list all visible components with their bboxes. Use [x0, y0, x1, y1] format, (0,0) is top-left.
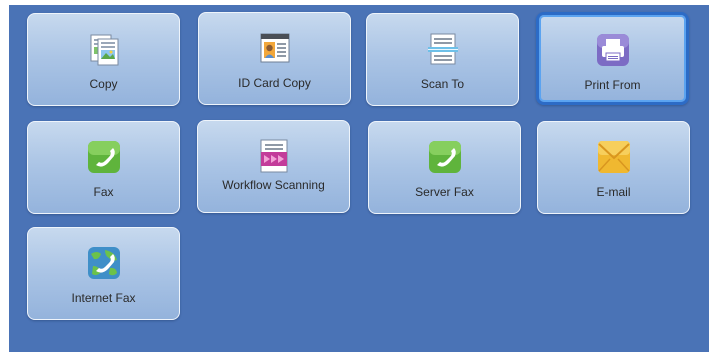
- email-label: E-mail: [596, 185, 631, 199]
- id-card-copy-label: ID Card Copy: [238, 76, 311, 90]
- fax-icon: [87, 141, 120, 173]
- email-tile[interactable]: E-mail: [537, 121, 690, 214]
- server-fax-label: Server Fax: [415, 185, 474, 199]
- workflow-scanning-label: Workflow Scanning: [222, 178, 325, 192]
- email-icon: [597, 141, 630, 173]
- internet-fax-tile[interactable]: Internet Fax: [27, 227, 180, 320]
- server-fax-tile[interactable]: Server Fax: [368, 121, 521, 214]
- scan-to-tile[interactable]: Scan To: [366, 13, 519, 106]
- copy-tile[interactable]: Copy: [27, 13, 180, 106]
- server-fax-icon: [428, 141, 461, 173]
- scan-to-label: Scan To: [420, 77, 465, 91]
- scan-icon: [427, 33, 458, 65]
- workflow-scanning-tile[interactable]: Workflow Scanning: [197, 120, 350, 213]
- fax-tile[interactable]: Fax: [27, 121, 180, 214]
- print-from-label: Print From: [584, 78, 641, 92]
- workflow-scanning-icon: [260, 139, 287, 173]
- print-from-tile[interactable]: Print From: [536, 12, 689, 105]
- internet-fax-icon: [87, 247, 120, 279]
- id-card-icon: [260, 33, 289, 63]
- copy-label: Copy: [89, 77, 118, 91]
- fax-label: Fax: [93, 185, 114, 199]
- internet-fax-label: Internet Fax: [71, 291, 136, 305]
- copy-icon: [90, 34, 118, 66]
- printer-icon: [596, 34, 629, 66]
- id-card-copy-tile[interactable]: ID Card Copy: [198, 12, 351, 105]
- services-home-screen: Copy ID Card Copy Scan To Print From Fax…: [9, 5, 709, 352]
